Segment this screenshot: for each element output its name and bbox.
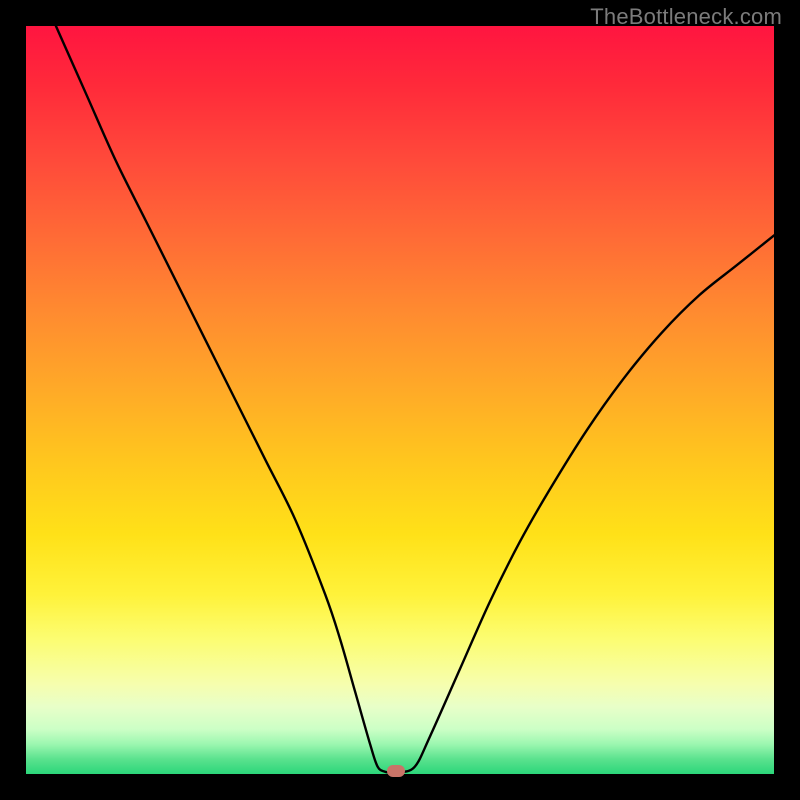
optimal-point-marker — [387, 765, 405, 777]
bottleneck-curve — [26, 26, 774, 774]
chart-frame: TheBottleneck.com — [0, 0, 800, 800]
plot-area — [26, 26, 774, 774]
